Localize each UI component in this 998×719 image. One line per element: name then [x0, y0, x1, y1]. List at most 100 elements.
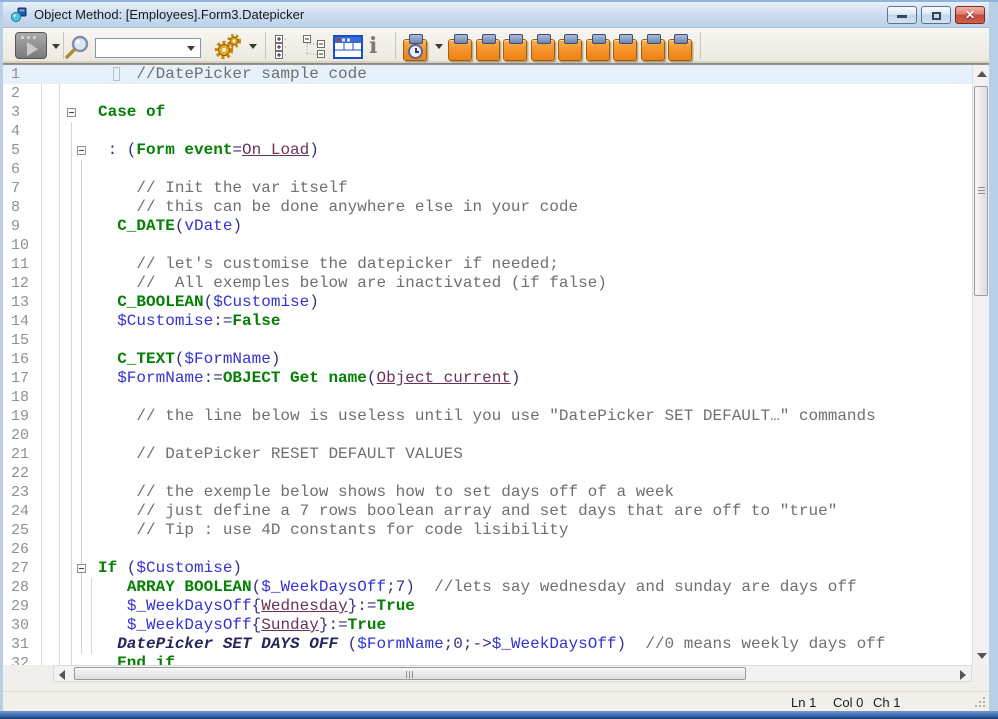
info-icon[interactable]: i [369, 34, 377, 58]
code-line[interactable]: 1 //DatePicker sample code [3, 65, 972, 84]
line-number[interactable]: 29 [11, 597, 29, 616]
code-line[interactable]: 32 End if [3, 654, 972, 665]
run-method-button[interactable] [15, 32, 47, 59]
clipboard-history-button[interactable] [403, 39, 427, 61]
code-line[interactable]: 27If ($Customise) [3, 559, 972, 578]
clipboard-button-8[interactable] [641, 39, 665, 61]
code-line[interactable]: 30 $_WeekDaysOff{Sunday}:=True [3, 616, 972, 635]
code-line[interactable]: 18 [3, 388, 972, 407]
line-number[interactable]: 32 [11, 654, 29, 665]
code-line[interactable]: 8 // this can be done anywhere else in y… [3, 198, 972, 217]
line-number[interactable]: 19 [11, 407, 29, 426]
combo-dropdown-arrow[interactable] [187, 46, 195, 51]
code-line[interactable]: 21 // DatePicker RESET DEFAULT VALUES [3, 445, 972, 464]
clipboard-button-2[interactable] [476, 39, 500, 61]
horizontal-scrollbar[interactable] [53, 665, 972, 682]
code-line[interactable]: 16 C_TEXT($FormName) [3, 350, 972, 369]
vertical-scrollbar[interactable] [972, 65, 989, 665]
line-number[interactable]: 22 [11, 464, 29, 483]
minimize-button[interactable] [887, 6, 917, 24]
horizontal-scroll-thumb[interactable] [74, 667, 746, 680]
line-number[interactable]: 23 [11, 483, 29, 502]
code-line[interactable]: 22 [3, 464, 972, 483]
line-number[interactable]: 7 [11, 179, 20, 198]
line-number[interactable]: 6 [11, 160, 20, 179]
line-number[interactable]: 18 [11, 388, 29, 407]
scroll-down-arrow[interactable] [977, 653, 987, 659]
restore-button[interactable] [921, 6, 951, 24]
scroll-left-arrow[interactable] [59, 670, 65, 680]
line-number[interactable]: 1 [11, 65, 20, 84]
code-line[interactable]: 24 // just define a 7 rows boolean array… [3, 502, 972, 521]
line-number[interactable]: 15 [11, 331, 29, 350]
fold-toggle[interactable] [77, 146, 86, 155]
code-line[interactable]: 14 $Customise:=False [3, 312, 972, 331]
code-line[interactable]: 6 [3, 160, 972, 179]
macros-dropdown-arrow[interactable] [249, 44, 257, 49]
code-line[interactable]: 10 [3, 236, 972, 255]
line-number[interactable]: 9 [11, 217, 20, 236]
clipboard-dropdown-arrow[interactable] [435, 44, 443, 49]
clipboard-button-5[interactable] [558, 39, 582, 61]
clipboard-button-3[interactable] [503, 39, 527, 61]
code-line[interactable]: 9 C_DATE(vDate) [3, 217, 972, 236]
line-number[interactable]: 14 [11, 312, 29, 331]
line-number[interactable]: 12 [11, 274, 29, 293]
fold-toggle[interactable] [77, 564, 86, 573]
line-number[interactable]: 16 [11, 350, 29, 369]
clipboard-button-1[interactable] [448, 39, 472, 61]
line-number[interactable]: 28 [11, 578, 29, 597]
clipboard-button-9[interactable] [668, 39, 692, 61]
code-viewport[interactable]: 1 //DatePicker sample code23Case of45 : … [3, 65, 972, 665]
line-number[interactable]: 4 [11, 122, 20, 141]
line-number[interactable]: 31 [11, 635, 29, 654]
scroll-up-arrow[interactable] [977, 71, 987, 77]
line-number[interactable]: 11 [11, 255, 29, 274]
form-view-icon[interactable] [333, 35, 363, 59]
line-number[interactable]: 8 [11, 198, 20, 217]
run-dropdown-arrow[interactable] [52, 44, 60, 49]
code-line[interactable]: 20 [3, 426, 972, 445]
code-line[interactable]: 29 $_WeekDaysOff{Wednesday}:=True [3, 597, 972, 616]
line-number[interactable]: 24 [11, 502, 29, 521]
macros-gears-icon[interactable] [213, 33, 245, 61]
line-number[interactable]: 5 [11, 141, 20, 160]
search-input[interactable] [95, 38, 201, 58]
line-number[interactable]: 2 [11, 84, 20, 103]
clipboard-button-7[interactable] [613, 39, 637, 61]
code-line[interactable]: 11 // let's customise the datepicker if … [3, 255, 972, 274]
code-line[interactable]: 26 [3, 540, 972, 559]
code-line[interactable]: 25 // Tip : use 4D constants for code li… [3, 521, 972, 540]
code-line[interactable]: 19 // the line below is useless until yo… [3, 407, 972, 426]
code-line[interactable]: 5 : (Form event=On Load) [3, 141, 972, 160]
fold-toggle[interactable] [67, 108, 76, 117]
line-number[interactable]: 13 [11, 293, 29, 312]
line-number[interactable]: 17 [11, 369, 29, 388]
code-line[interactable]: 23 // the exemple below shows how to set… [3, 483, 972, 502]
code-line[interactable]: 3Case of [3, 103, 972, 122]
code-line[interactable]: 31 DatePicker SET DAYS OFF ($FormName;0;… [3, 635, 972, 654]
code-line[interactable]: 7 // Init the var itself [3, 179, 972, 198]
collapse-all-icon[interactable] [303, 35, 327, 59]
line-number[interactable]: 20 [11, 426, 29, 445]
resize-grip[interactable] [974, 696, 986, 708]
line-number[interactable]: 10 [11, 236, 29, 255]
clipboard-button-4[interactable] [531, 39, 555, 61]
code-line[interactable]: 13 C_BOOLEAN($Customise) [3, 293, 972, 312]
line-number[interactable]: 30 [11, 616, 29, 635]
code-line[interactable]: 4 [3, 122, 972, 141]
code-line[interactable]: 17 $FormName:=OBJECT Get name(Object cur… [3, 369, 972, 388]
line-number[interactable]: 26 [11, 540, 29, 559]
scroll-right-arrow[interactable] [960, 670, 966, 680]
line-number[interactable]: 27 [11, 559, 29, 578]
line-number[interactable]: 3 [11, 103, 20, 122]
code-line[interactable]: 12 // All exemples below are inactivated… [3, 274, 972, 293]
close-button[interactable]: ✕ [955, 6, 985, 24]
code-line[interactable]: 15 [3, 331, 972, 350]
code-line[interactable]: 2 [3, 84, 972, 103]
code-line[interactable]: 28 ARRAY BOOLEAN($_WeekDaysOff;7) //lets… [3, 578, 972, 597]
line-number[interactable]: 21 [11, 445, 29, 464]
vertical-scroll-thumb[interactable] [974, 86, 988, 296]
expand-all-icon[interactable] [275, 35, 297, 59]
clipboard-button-6[interactable] [586, 39, 610, 61]
